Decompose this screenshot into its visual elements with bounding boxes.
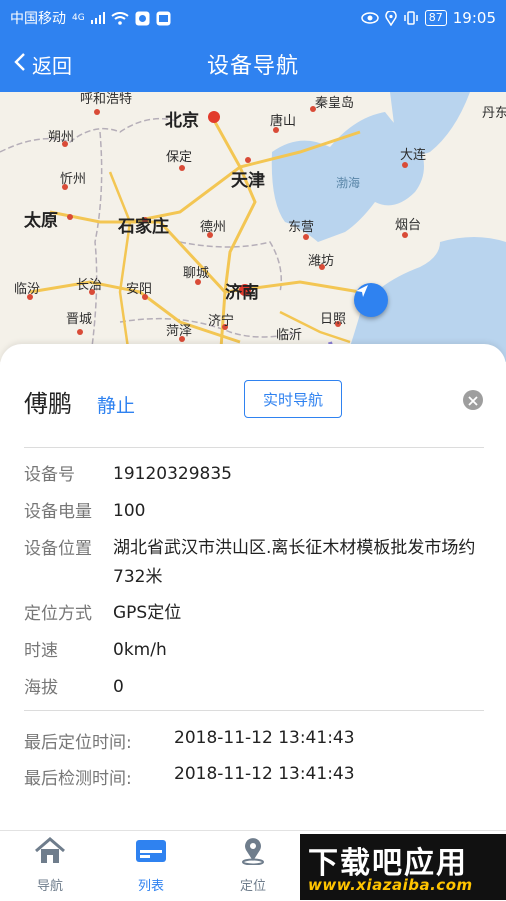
vibrate-icon — [403, 11, 419, 25]
map-label: 长治 — [76, 278, 103, 293]
field-value: 19120329835 — [113, 464, 232, 484]
watermark-url: www.xiazaiba.com — [308, 876, 473, 894]
map-label: 保定 — [166, 150, 193, 165]
field-value: GPS定位 — [113, 603, 182, 623]
location-pin-icon — [237, 837, 269, 875]
tab-list[interactable]: 列表 — [101, 831, 201, 901]
location-icon — [385, 10, 397, 26]
field-label: 设备号 — [24, 465, 75, 485]
map-label: 北京 — [165, 111, 199, 131]
field-label: 设备电量 — [24, 502, 92, 522]
list-icon — [135, 837, 167, 875]
map-label: 秦皇岛 — [315, 96, 355, 111]
map-label: 潍坊 — [308, 254, 335, 269]
map-label: 朔州 — [48, 130, 75, 145]
field-value: 100 — [113, 501, 146, 521]
time-value: 2018-11-12 13:41:43 — [174, 764, 355, 784]
time-label: 最后定位时间: — [24, 733, 132, 753]
wifi-icon — [111, 11, 129, 25]
map-label: 石家庄 — [118, 217, 169, 237]
chevron-left-icon — [14, 52, 26, 77]
map-label: 晋城 — [66, 312, 93, 327]
tab-label: 导航 — [36, 879, 63, 894]
field-label: 时速 — [24, 641, 58, 661]
map-label: 天津 — [231, 171, 265, 191]
page-title: 设备导航 — [206, 54, 299, 79]
field-value: 0 — [113, 677, 124, 697]
realtime-navigation-button[interactable]: 实时导航 — [244, 380, 342, 418]
map-label: 临沂 — [276, 328, 303, 343]
battery-icon: 87 — [424, 10, 447, 26]
divider — [24, 710, 484, 711]
map-label: 临汾 — [14, 282, 41, 297]
close-icon — [468, 391, 478, 410]
eye-icon — [361, 12, 379, 24]
time-value: 2018-11-12 13:41:43 — [174, 728, 355, 748]
field-value: 湖北省武汉市洪山区.离长征木材模板批发市场约732米 — [113, 538, 476, 587]
device-status: 静止 — [97, 395, 136, 417]
tab-label: 定位 — [239, 879, 266, 894]
map-label: 忻州 — [60, 172, 87, 187]
clock-text: 19:05 — [452, 9, 496, 27]
image-notification-icon — [156, 11, 171, 26]
map-label: 太原 — [24, 211, 58, 231]
field-label: 设备位置 — [24, 539, 92, 559]
status-bar: 中国移动 4G 87 19:05 — [0, 0, 506, 36]
network-type: 4G — [72, 13, 85, 23]
device-info-card: 傅鹏 静止 实时导航 设备号 19120329835 设备电量 100 设备位置… — [0, 344, 506, 830]
watermark: 下载吧应用 www.xiazaiba.com — [300, 834, 506, 900]
field-label: 海拔 — [24, 678, 58, 698]
app-header: 返回 设备导航 — [0, 36, 506, 92]
map-label: 安阳 — [126, 282, 153, 297]
time-label: 最后检测时间: — [24, 769, 132, 789]
device-owner-name: 傅鹏 — [24, 390, 72, 418]
map-label: 丹东 — [482, 106, 506, 121]
map-label: 济宁 — [208, 314, 235, 329]
map-label: 大连 — [400, 148, 427, 163]
tab-navigation[interactable]: 导航 — [0, 831, 100, 901]
map-label: 渤海 — [336, 176, 361, 190]
close-card-button[interactable] — [463, 390, 483, 410]
map-label: 呼和浩特 — [80, 92, 133, 107]
home-icon — [34, 837, 66, 875]
tab-label: 列表 — [137, 879, 164, 894]
field-label: 定位方式 — [24, 604, 92, 624]
app-notification-icon — [135, 11, 150, 26]
tab-location[interactable]: 定位 — [203, 831, 303, 901]
back-button[interactable]: 返回 — [14, 36, 72, 92]
field-value: 0km/h — [113, 640, 167, 660]
map-label: 德州 — [200, 220, 227, 235]
map-label: 菏泽 — [166, 324, 193, 339]
map-label: 聊城 — [183, 266, 210, 281]
back-label: 返回 — [32, 53, 72, 78]
map-label: 东营 — [288, 220, 315, 235]
map-label: 烟台 — [395, 218, 422, 233]
carrier-text: 中国移动 — [10, 11, 66, 27]
map-label: 唐山 — [270, 114, 297, 129]
map-view[interactable]: 呼和浩特 秦皇岛 丹东 朔州 北京 唐山 大连 保定 忻州 天津 渤海 太原 石… — [0, 92, 506, 362]
map-label: 日照 — [320, 312, 347, 327]
device-location-button[interactable] — [354, 283, 388, 317]
map-label: 济南 — [225, 283, 259, 303]
signal-icon — [90, 12, 105, 24]
divider — [24, 447, 484, 448]
